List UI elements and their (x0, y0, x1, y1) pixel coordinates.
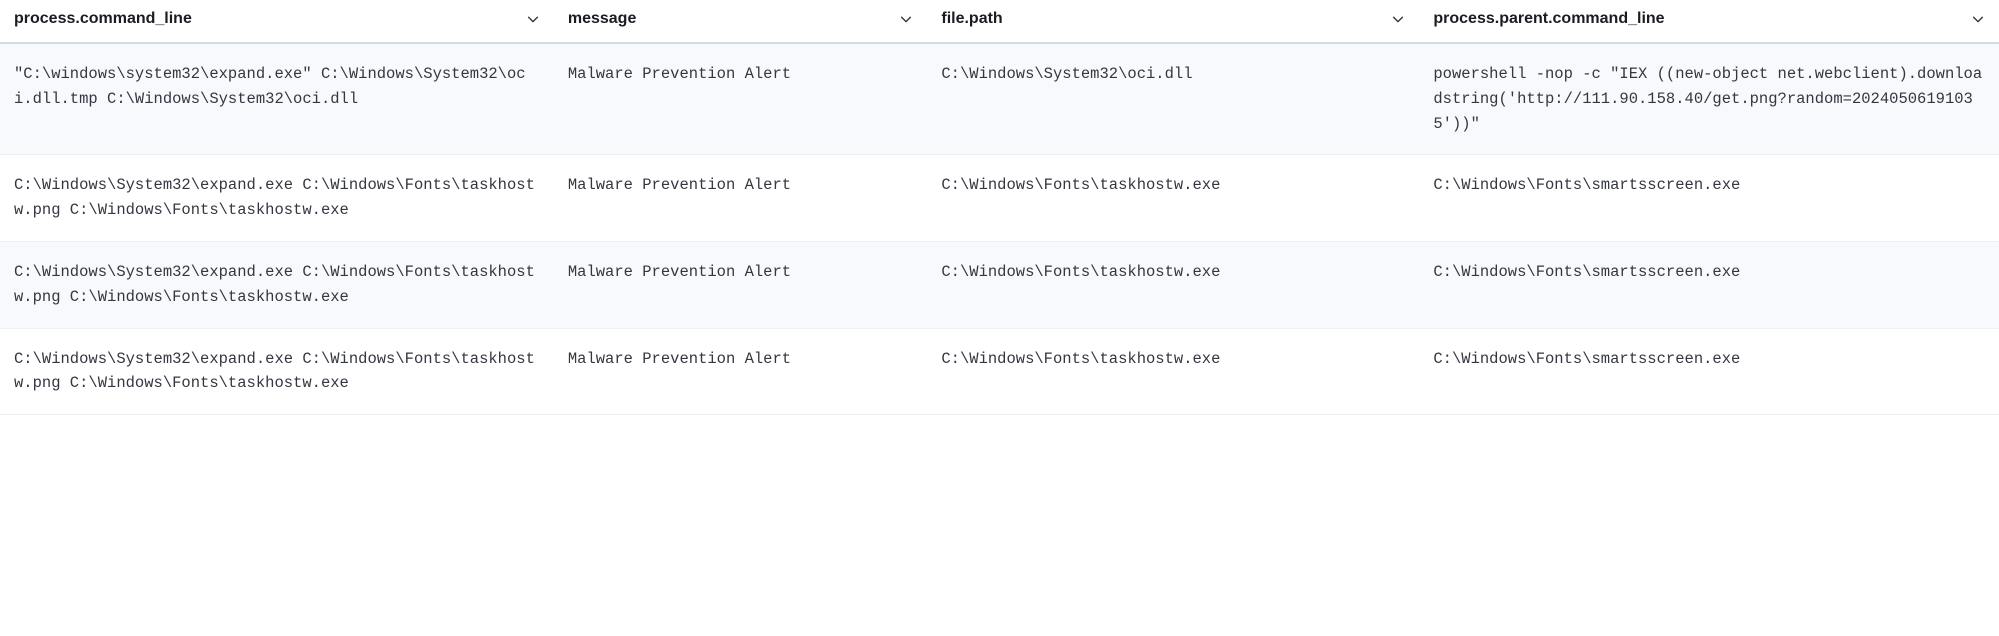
table-body: "C:\windows\system32\expand.exe" C:\Wind… (0, 43, 1999, 415)
cell-process-command-line: C:\Windows\System32\expand.exe C:\Window… (0, 241, 554, 328)
table-header-row: process.command_line message file.path (0, 0, 1999, 43)
cell-file-path: C:\Windows\System32\oci.dll (927, 43, 1419, 155)
cell-file-path: C:\Windows\Fonts\taskhostw.exe (927, 328, 1419, 415)
table-row[interactable]: "C:\windows\system32\expand.exe" C:\Wind… (0, 43, 1999, 155)
column-header-file-path[interactable]: file.path (927, 0, 1419, 43)
cell-process-parent-command-line: C:\Windows\Fonts\smartsscreen.exe (1419, 155, 1999, 242)
column-header-label: process.parent.command_line (1433, 10, 1664, 28)
chevron-down-icon[interactable] (526, 12, 540, 26)
chevron-down-icon[interactable] (1391, 12, 1405, 26)
chevron-down-icon[interactable] (899, 12, 913, 26)
column-header-message[interactable]: message (554, 0, 928, 43)
cell-file-path: C:\Windows\Fonts\taskhostw.exe (927, 155, 1419, 242)
cell-process-command-line: "C:\windows\system32\expand.exe" C:\Wind… (0, 43, 554, 155)
cell-process-parent-command-line: powershell -nop -c "IEX ((new-object net… (1419, 43, 1999, 155)
column-header-label: message (568, 10, 637, 28)
cell-message: Malware Prevention Alert (554, 43, 928, 155)
cell-process-command-line: C:\Windows\System32\expand.exe C:\Window… (0, 328, 554, 415)
data-table: process.command_line message file.path (0, 0, 1999, 415)
column-header-process-command-line[interactable]: process.command_line (0, 0, 554, 43)
cell-process-command-line: C:\Windows\System32\expand.exe C:\Window… (0, 155, 554, 242)
table-row[interactable]: C:\Windows\System32\expand.exe C:\Window… (0, 328, 1999, 415)
cell-message: Malware Prevention Alert (554, 155, 928, 242)
cell-process-parent-command-line: C:\Windows\Fonts\smartsscreen.exe (1419, 241, 1999, 328)
column-header-process-parent-command-line[interactable]: process.parent.command_line (1419, 0, 1999, 43)
cell-process-parent-command-line: C:\Windows\Fonts\smartsscreen.exe (1419, 328, 1999, 415)
table-row[interactable]: C:\Windows\System32\expand.exe C:\Window… (0, 241, 1999, 328)
column-header-label: process.command_line (14, 10, 192, 28)
table-row[interactable]: C:\Windows\System32\expand.exe C:\Window… (0, 155, 1999, 242)
cell-message: Malware Prevention Alert (554, 241, 928, 328)
chevron-down-icon[interactable] (1971, 12, 1985, 26)
column-header-label: file.path (941, 10, 1002, 28)
cell-file-path: C:\Windows\Fonts\taskhostw.exe (927, 241, 1419, 328)
cell-message: Malware Prevention Alert (554, 328, 928, 415)
